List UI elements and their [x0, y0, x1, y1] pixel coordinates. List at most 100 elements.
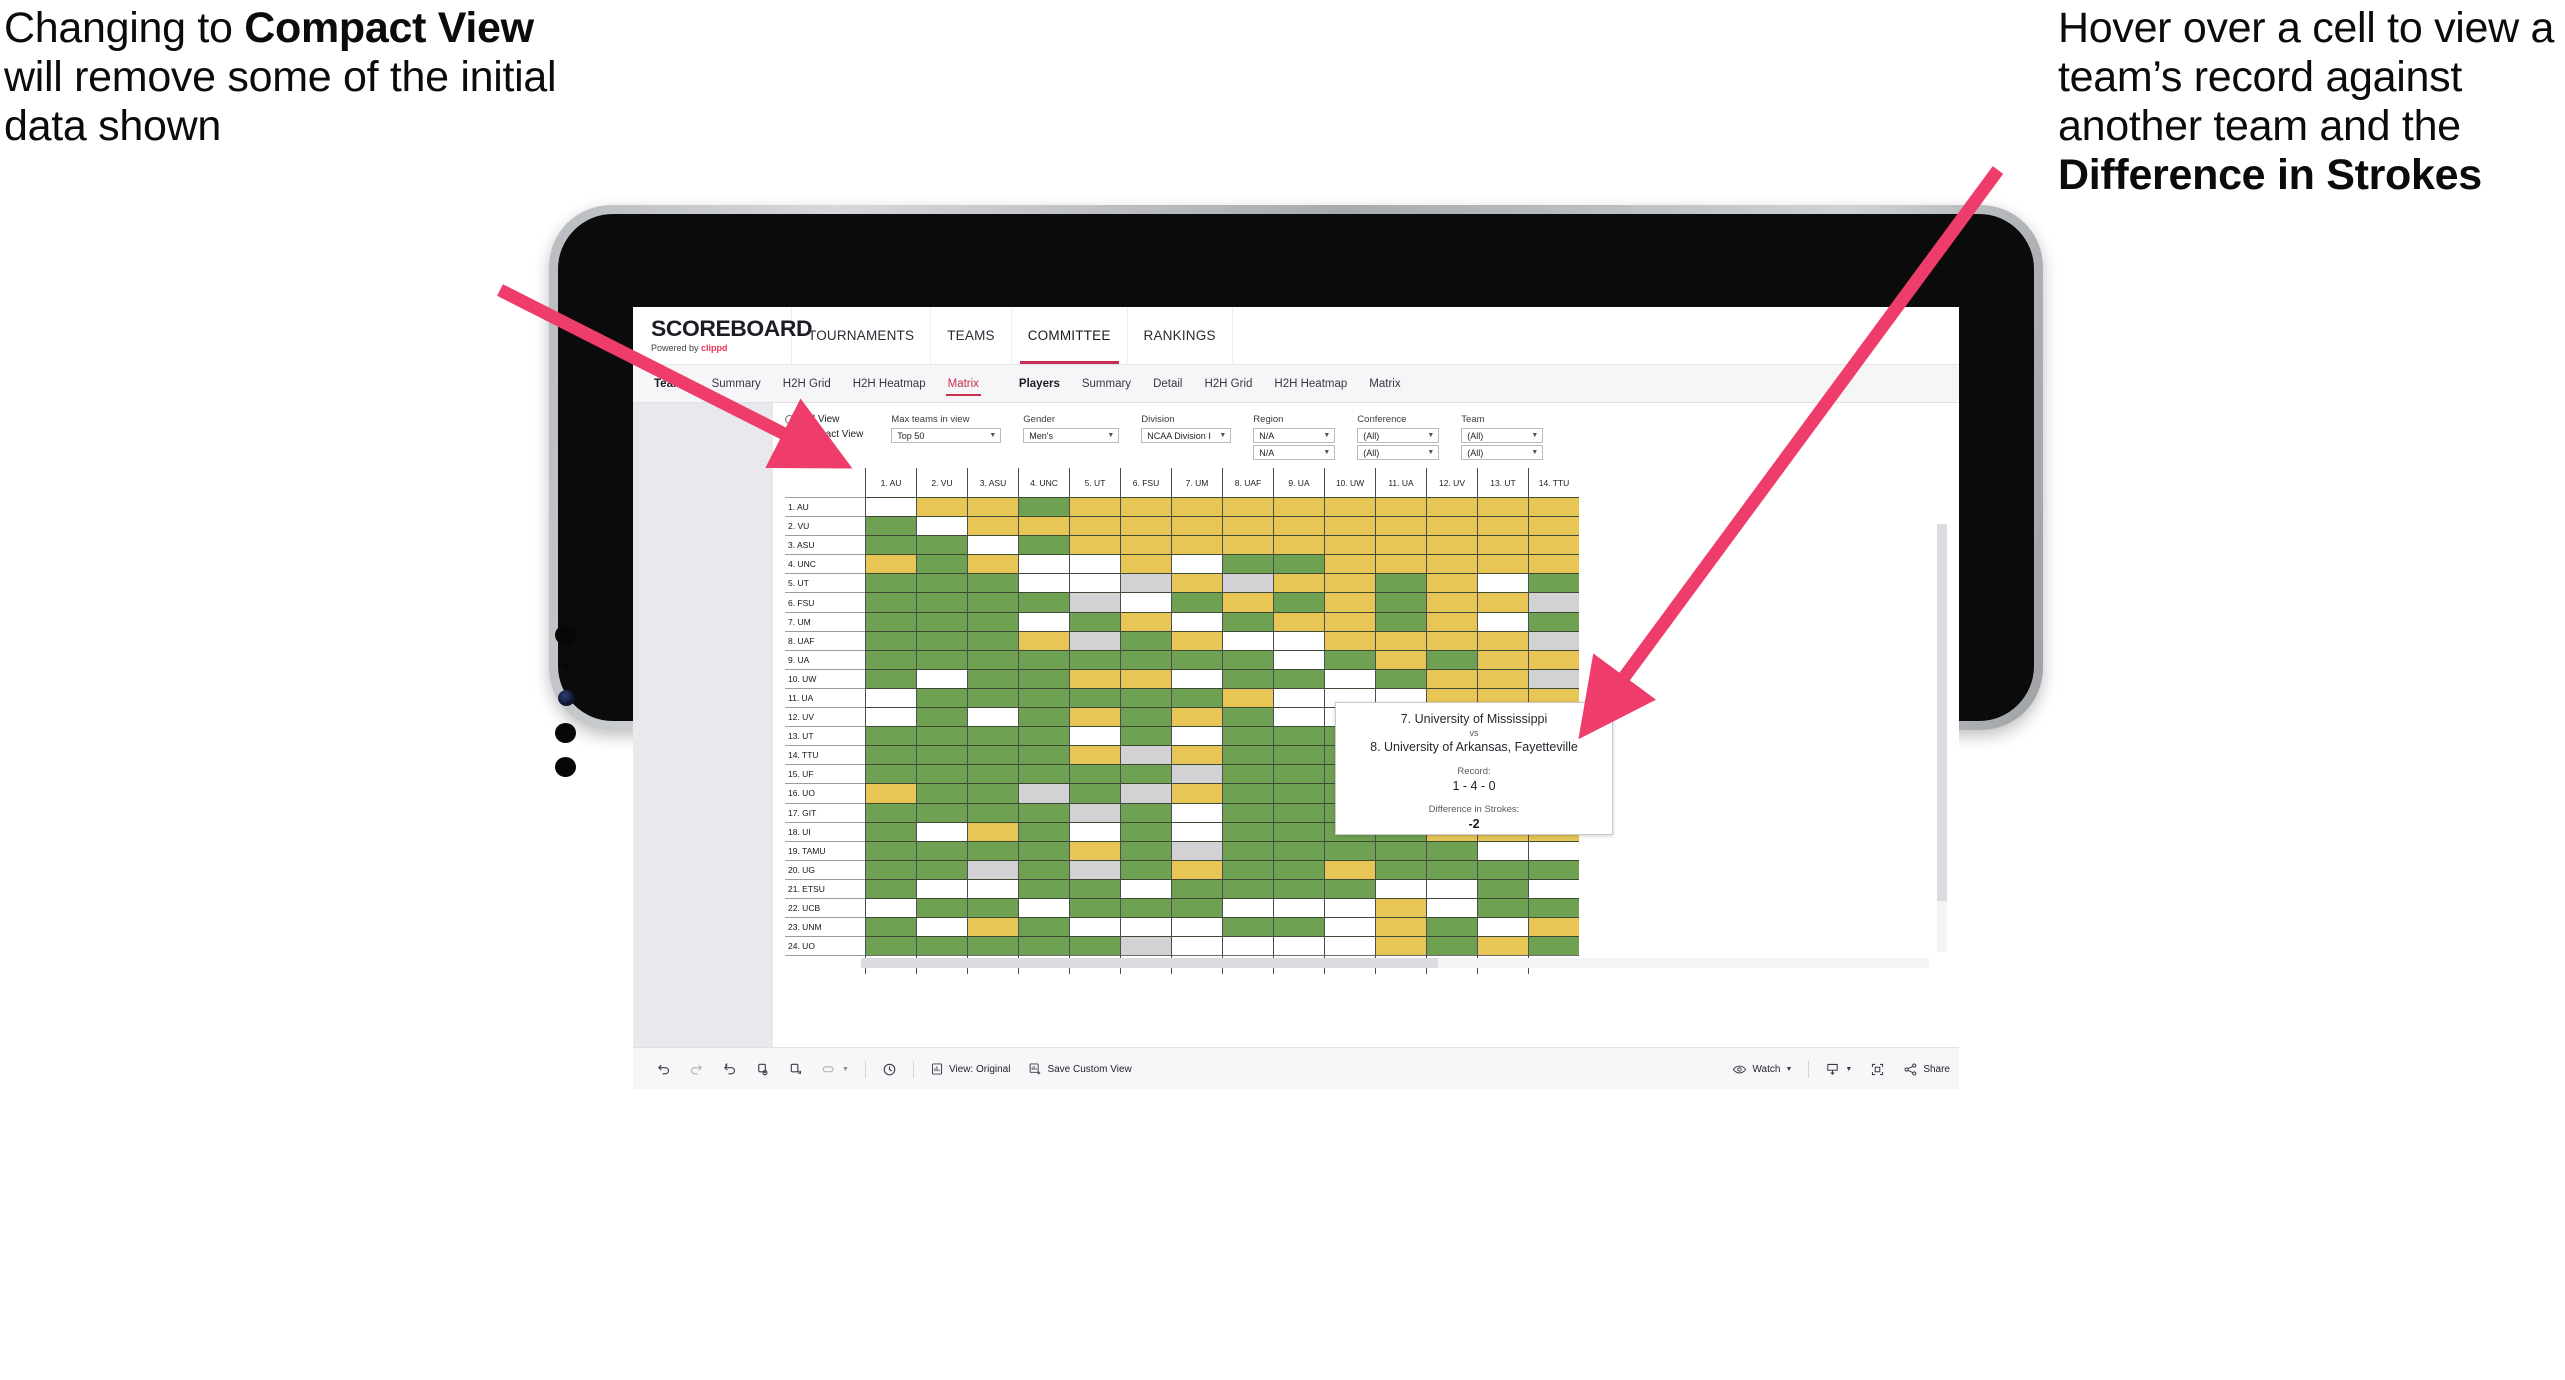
matrix-cell[interactable] — [967, 496, 1019, 517]
matrix-cell[interactable] — [1426, 878, 1478, 899]
matrix-row-header[interactable]: 17. GIT — [785, 802, 866, 823]
matrix-cell[interactable] — [1018, 802, 1070, 823]
matrix-cell[interactable] — [865, 630, 917, 651]
matrix-cell[interactable] — [1375, 936, 1427, 956]
matrix-cell[interactable] — [1120, 783, 1172, 803]
matrix-cell[interactable] — [1375, 573, 1427, 593]
matrix-row-header[interactable]: 3. ASU — [785, 535, 866, 555]
matrix-cell[interactable] — [1426, 573, 1478, 593]
matrix-cell[interactable] — [1426, 668, 1478, 689]
matrix-cell[interactable] — [1120, 592, 1172, 613]
matrix-cell[interactable] — [1171, 897, 1223, 918]
matrix-cell[interactable] — [1426, 897, 1478, 918]
matrix-cell[interactable] — [1273, 668, 1325, 689]
matrix-cell[interactable] — [1273, 630, 1325, 651]
matrix-cell[interactable] — [1477, 573, 1529, 593]
matrix-cell[interactable] — [1171, 917, 1223, 937]
matrix-row-header[interactable]: 5. UT — [785, 573, 866, 593]
matrix-cell[interactable] — [1324, 936, 1376, 956]
filter-division-select[interactable]: NCAA Division I ▼ — [1141, 428, 1232, 443]
matrix-cell[interactable] — [1018, 878, 1070, 899]
matrix-cell[interactable] — [1171, 764, 1223, 784]
radio-compact-view[interactable]: Compact View — [785, 429, 863, 440]
matrix-cell[interactable] — [865, 516, 917, 536]
matrix-cell[interactable] — [1273, 764, 1325, 784]
matrix-cell[interactable] — [1069, 611, 1121, 632]
view-original-button[interactable]: View: Original — [921, 1048, 1020, 1090]
matrix-cell[interactable] — [916, 573, 968, 593]
matrix-cell[interactable] — [1120, 611, 1172, 632]
matrix-cell[interactable] — [967, 573, 1019, 593]
matrix-cell[interactable] — [967, 936, 1019, 956]
matrix-column-header[interactable]: 2. VU — [916, 468, 968, 498]
horizontal-scrollbar-thumb[interactable] — [861, 958, 1438, 969]
matrix-cell[interactable] — [1069, 802, 1121, 823]
matrix-cell[interactable] — [1120, 840, 1172, 861]
pause-button[interactable] — [779, 1048, 812, 1090]
matrix-cell[interactable] — [967, 878, 1019, 899]
matrix-cell[interactable] — [1222, 745, 1274, 765]
matrix-cell[interactable] — [1120, 878, 1172, 899]
matrix-cell[interactable] — [1477, 917, 1529, 937]
matrix-cell[interactable] — [1018, 859, 1070, 880]
vertical-scrollbar-thumb[interactable] — [1937, 524, 1947, 901]
matrix-cell[interactable] — [916, 840, 968, 861]
matrix-cell[interactable] — [1273, 726, 1325, 746]
matrix-cell[interactable] — [1018, 840, 1070, 861]
filter-region-select-1[interactable]: N/A ▼ — [1253, 428, 1336, 443]
matrix-cell[interactable] — [967, 630, 1019, 651]
matrix-cell[interactable] — [1120, 496, 1172, 517]
matrix-cell[interactable] — [1426, 936, 1478, 956]
matrix-cell[interactable] — [1273, 687, 1325, 708]
matrix-cell[interactable] — [1222, 516, 1274, 536]
matrix-cell[interactable] — [1528, 668, 1579, 689]
matrix-cell[interactable] — [967, 687, 1019, 708]
matrix-cell[interactable] — [1528, 535, 1579, 555]
horizontal-scrollbar[interactable] — [861, 958, 1929, 969]
matrix-cell[interactable] — [865, 878, 917, 899]
matrix-cell[interactable] — [916, 936, 968, 956]
matrix-cell[interactable] — [1171, 496, 1223, 517]
matrix-cell[interactable] — [1222, 783, 1274, 803]
matrix-cell[interactable] — [1528, 840, 1579, 861]
matrix-cell[interactable] — [1426, 917, 1478, 937]
matrix-cell[interactable] — [865, 592, 917, 613]
matrix-cell[interactable] — [967, 745, 1019, 765]
matrix-cell[interactable] — [967, 859, 1019, 880]
matrix-cell[interactable] — [1120, 687, 1172, 708]
matrix-cell[interactable] — [1222, 535, 1274, 555]
matrix-cell[interactable] — [1477, 936, 1529, 956]
matrix-cell[interactable] — [1120, 764, 1172, 784]
subnav-item-players[interactable]: Players — [1008, 365, 1071, 403]
matrix-cell[interactable] — [916, 630, 968, 651]
matrix-cell[interactable] — [1222, 668, 1274, 689]
matrix-cell[interactable] — [1120, 917, 1172, 937]
matrix-row-header[interactable]: 10. UW — [785, 668, 866, 689]
matrix-column-header[interactable]: 14. TTU — [1528, 468, 1579, 498]
matrix-cell[interactable] — [1273, 745, 1325, 765]
matrix-cell[interactable] — [1069, 783, 1121, 803]
matrix-cell[interactable] — [865, 726, 917, 746]
subnav-item-h2h-heatmap[interactable]: H2H Heatmap — [842, 365, 937, 403]
matrix-cell[interactable] — [1018, 707, 1070, 727]
matrix-cell[interactable] — [1222, 764, 1274, 784]
matrix-cell[interactable] — [967, 802, 1019, 823]
matrix-cell[interactable] — [1273, 592, 1325, 613]
matrix-cell[interactable] — [1171, 573, 1223, 593]
matrix-cell[interactable] — [1477, 859, 1529, 880]
matrix-column-header[interactable]: 1. AU — [865, 468, 917, 498]
matrix-cell[interactable] — [1324, 859, 1376, 880]
filter-conference-select-1[interactable]: (All) ▼ — [1357, 428, 1440, 443]
matrix-cell[interactable] — [1426, 859, 1478, 880]
matrix-cell[interactable] — [916, 668, 968, 689]
matrix-cell[interactable] — [1375, 630, 1427, 651]
matrix-cell[interactable] — [1273, 649, 1325, 670]
matrix-cell[interactable] — [865, 802, 917, 823]
fullscreen-button[interactable] — [1861, 1048, 1894, 1090]
matrix-cell[interactable] — [1069, 764, 1121, 784]
matrix-cell[interactable] — [1324, 573, 1376, 593]
matrix-column-header[interactable]: 10. UW — [1324, 468, 1376, 498]
matrix-cell[interactable] — [1375, 878, 1427, 899]
matrix-cell[interactable] — [967, 821, 1019, 842]
matrix-cell[interactable] — [1120, 745, 1172, 765]
